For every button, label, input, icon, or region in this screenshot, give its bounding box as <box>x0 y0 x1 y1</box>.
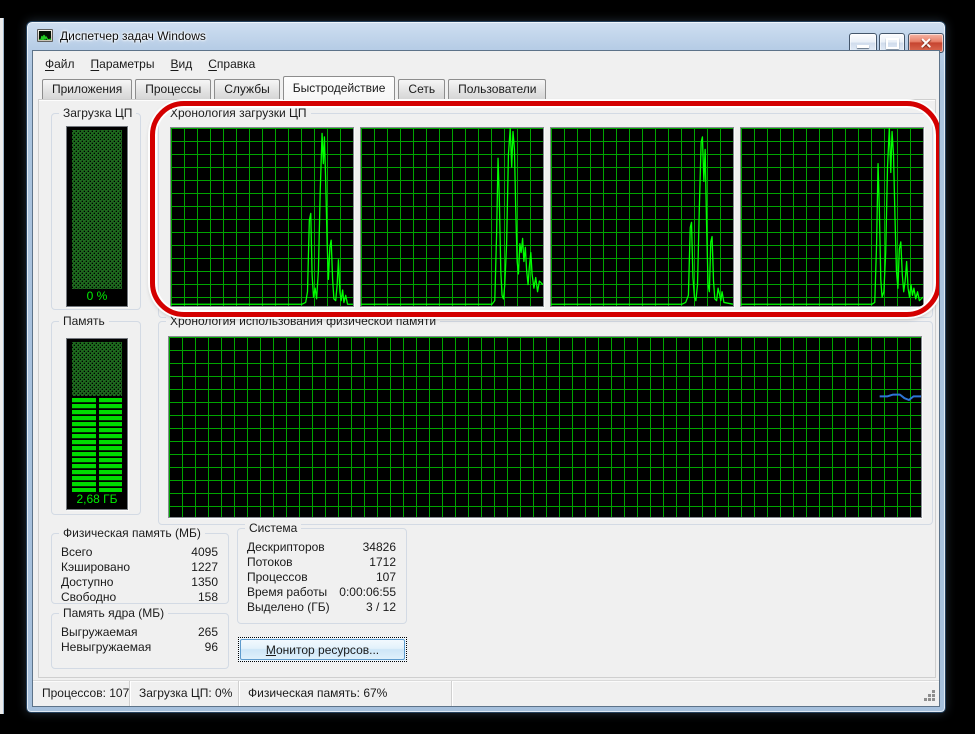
stat-row-total: Всего4095 <box>61 545 218 560</box>
menu-bar: Файл Параметры Вид Справка <box>37 55 263 75</box>
tab-users[interactable]: Пользователи <box>448 79 546 99</box>
cpu-meter-dim-area <box>72 130 122 289</box>
minimize-icon <box>857 45 869 48</box>
tab-services[interactable]: Службы <box>214 79 279 99</box>
task-manager-window: Диспетчер задач Windows Файл Параметры В… <box>26 21 946 713</box>
cpu-usage-group: Загрузка ЦП 0 % <box>51 113 141 310</box>
cpu-history-group: Хронология загрузки ЦП <box>158 113 933 318</box>
cpu-history-graph-3 <box>550 127 734 307</box>
background-window-edge <box>0 18 4 714</box>
client-area: Файл Параметры Вид Справка Приложения Пр… <box>32 50 940 707</box>
tab-network[interactable]: Сеть <box>398 79 445 99</box>
performance-tab-page: Загрузка ЦП 0 % Память 2,68 ГБ <box>38 99 936 678</box>
memory-gauge-group: Память 2,68 ГБ <box>51 321 141 515</box>
physical-memory-group-label: Физическая память (МБ) <box>59 527 205 540</box>
stat-row-available: Доступно1350 <box>61 575 218 590</box>
kernel-memory-group-label: Память ядра (МБ) <box>59 607 168 620</box>
maximize-icon <box>886 38 899 49</box>
status-processes: Процессов: 107 <box>33 681 130 706</box>
memory-history-group: Хронология использования физической памя… <box>158 321 933 525</box>
physical-memory-group: Физическая память (МБ) Всего4095 Кэширов… <box>51 533 229 604</box>
title-bar[interactable]: Диспетчер задач Windows <box>27 22 945 50</box>
cpu-usage-value: 0 % <box>67 289 127 306</box>
menu-view[interactable]: Вид <box>162 55 200 75</box>
cpu-usage-meter: 0 % <box>66 126 128 307</box>
stat-row-cached: Кэшировано1227 <box>61 560 218 575</box>
system-group: Система Дескрипторов34826 Потоков1712 Пр… <box>237 528 407 624</box>
status-bar: Процессов: 107 Загрузка ЦП: 0% Физическа… <box>33 680 939 706</box>
memory-meter-filled-area <box>72 398 122 492</box>
task-manager-icon <box>37 29 53 42</box>
tab-applications[interactable]: Приложения <box>42 79 132 99</box>
cpu-history-graph-2 <box>360 127 544 307</box>
stat-row-paged: Выгружаемая265 <box>61 625 218 640</box>
stat-row-threads: Потоков1712 <box>247 555 396 570</box>
window-title: Диспетчер задач Windows <box>60 29 206 43</box>
stat-row-handles: Дескрипторов34826 <box>247 540 396 555</box>
resource-monitor-button[interactable]: Монитор ресурсов... <box>238 637 407 662</box>
close-icon <box>920 38 932 48</box>
system-group-label: Система <box>245 522 301 535</box>
cpu-history-graph-1 <box>170 127 354 307</box>
tab-strip: Приложения Процессы Службы Быстродействи… <box>42 76 549 99</box>
stat-row-uptime: Время работы0:00:06:55 <box>247 585 396 600</box>
memory-history-graph <box>168 336 922 518</box>
menu-file[interactable]: Файл <box>37 55 83 75</box>
menu-help[interactable]: Справка <box>200 55 263 75</box>
tab-processes[interactable]: Процессы <box>135 79 211 99</box>
stat-row-free: Свободно158 <box>61 590 218 605</box>
resize-grip[interactable] <box>923 689 936 702</box>
desktop-background: Диспетчер задач Windows Файл Параметры В… <box>0 0 975 734</box>
kernel-memory-group: Память ядра (МБ) Выгружаемая265 Невыгруж… <box>51 613 229 669</box>
memory-history-group-label: Хронология использования физической памя… <box>166 315 440 328</box>
resource-monitor-button-label: Монитор ресурсов... <box>266 643 379 657</box>
memory-gauge-group-label: Память <box>59 315 109 328</box>
status-cpu-usage: Загрузка ЦП: 0% <box>130 681 239 706</box>
cpu-history-graph-4 <box>740 127 924 307</box>
stat-row-commit: Выделено (ГБ)3 / 12 <box>247 600 396 615</box>
memory-meter-dim-area <box>72 342 122 396</box>
memory-usage-value: 2,68 ГБ <box>67 492 127 509</box>
cpu-usage-group-label: Загрузка ЦП <box>59 107 136 120</box>
stat-row-processes: Процессов107 <box>247 570 396 585</box>
cpu-history-group-label: Хронология загрузки ЦП <box>166 107 311 120</box>
status-physical-memory: Физическая память: 67% <box>239 681 452 706</box>
tab-performance[interactable]: Быстродействие <box>283 76 396 100</box>
status-empty-panel <box>452 681 939 706</box>
stat-row-nonpaged: Невыгружаемая96 <box>61 640 218 655</box>
memory-usage-meter: 2,68 ГБ <box>66 338 128 510</box>
menu-options[interactable]: Параметры <box>83 55 163 75</box>
